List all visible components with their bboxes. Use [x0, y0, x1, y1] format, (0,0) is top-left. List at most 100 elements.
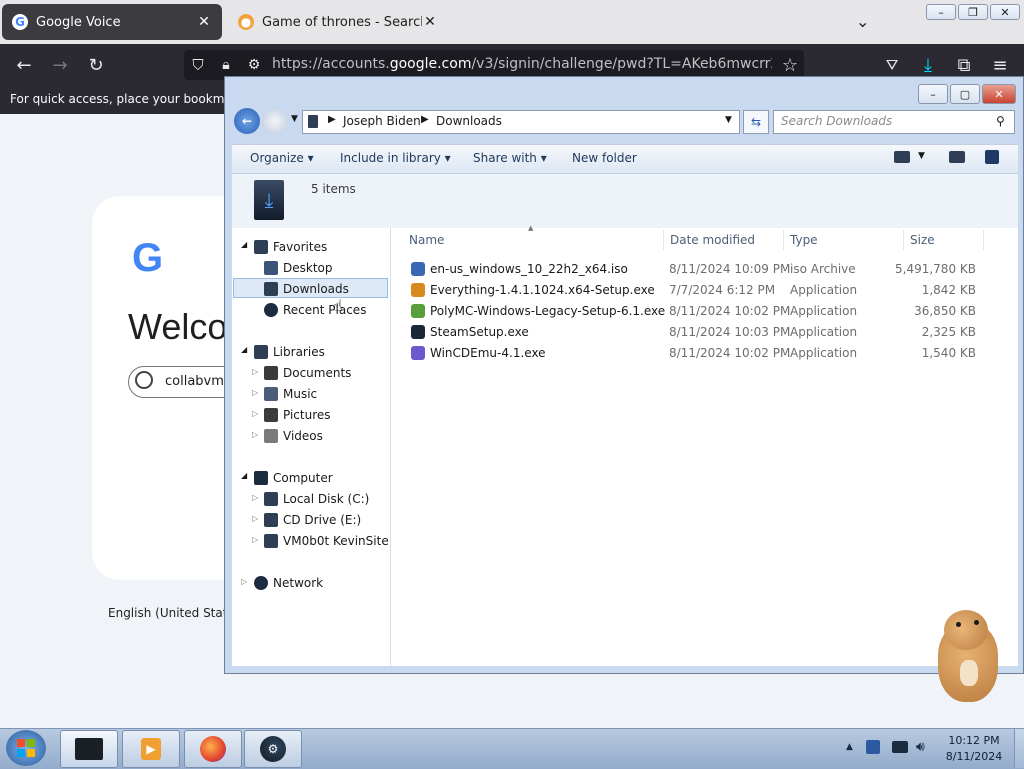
- nav-network[interactable]: Network: [273, 576, 323, 590]
- column-header-date[interactable]: Date modified: [670, 233, 755, 247]
- start-button[interactable]: [6, 730, 46, 766]
- search-icon[interactable]: ⚲: [996, 114, 1005, 128]
- clock-date: 8/11/2024: [945, 750, 1003, 763]
- recent-pages-chevron-icon[interactable]: ▼: [291, 114, 298, 124]
- column-divider[interactable]: [903, 230, 904, 250]
- network-drive-icon: [264, 534, 278, 548]
- tab-game-of-thrones[interactable]: ● Game of thrones - Search Sou ✕: [228, 4, 448, 40]
- collapse-arrow-icon[interactable]: ▷: [252, 430, 258, 439]
- nav-documents[interactable]: Documents: [283, 366, 351, 380]
- tab-google-voice[interactable]: G Google Voice ✕: [2, 4, 222, 40]
- preview-pane-icon[interactable]: [949, 151, 965, 163]
- lock-icon[interactable]: 🔒︎: [214, 53, 238, 77]
- new-folder-button[interactable]: New folder: [572, 151, 637, 165]
- local-disk-icon: [264, 492, 278, 506]
- permissions-icon[interactable]: ⚙: [242, 53, 266, 77]
- show-hidden-icons-chevron[interactable]: ▲: [846, 742, 853, 752]
- tray-network-icon[interactable]: [892, 741, 908, 753]
- language-selector[interactable]: English (United States: [108, 606, 241, 620]
- nav-pictures[interactable]: Pictures: [283, 408, 331, 422]
- account-email: collabvm: [165, 374, 224, 389]
- nav-music[interactable]: Music: [283, 387, 317, 401]
- column-divider[interactable]: [663, 230, 664, 250]
- collapse-arrow-icon[interactable]: ▷: [252, 367, 258, 376]
- column-header-type[interactable]: Type: [790, 233, 818, 247]
- file-name[interactable]: PolyMC-Windows-Legacy-Setup-6.1.exe: [430, 304, 665, 318]
- nav-local-disk[interactable]: Local Disk (C:): [283, 492, 369, 506]
- address-dropdown-icon[interactable]: ▼: [725, 115, 732, 125]
- forward-arrow-icon[interactable]: →: [48, 53, 72, 77]
- tray-volume-icon[interactable]: 🔊︎: [916, 739, 925, 755]
- close-tab-icon[interactable]: ✕: [196, 14, 212, 30]
- browser-minimize-button[interactable]: –: [926, 4, 956, 20]
- file-size: 1,540 KB: [921, 346, 976, 360]
- explorer-minimize-button[interactable]: –: [918, 84, 948, 104]
- collapse-arrow-icon[interactable]: ▷: [241, 577, 247, 586]
- reload-icon[interactable]: ↻: [84, 53, 108, 77]
- expand-arrow-icon[interactable]: ◢: [241, 471, 247, 480]
- nav-desktop[interactable]: Desktop: [283, 261, 333, 275]
- search-downloads-input[interactable]: Search Downloads ⚲: [773, 110, 1015, 134]
- close-tab-icon[interactable]: ✕: [422, 14, 438, 30]
- taskbar-clock[interactable]: 10:12 PM 8/11/2024: [936, 733, 1012, 765]
- organize-menu[interactable]: Organize ▾: [250, 151, 314, 165]
- expand-arrow-icon[interactable]: ◢: [241, 345, 247, 354]
- breadcrumb-root[interactable]: Joseph Biden: [343, 114, 421, 128]
- view-options-chevron-icon[interactable]: ▼: [918, 151, 925, 161]
- file-name[interactable]: SteamSetup.exe: [430, 325, 529, 339]
- shield-icon[interactable]: ⛉: [186, 53, 210, 77]
- taskbar-media-player-button[interactable]: ▶: [122, 730, 180, 768]
- extensions-icon[interactable]: ⧉: [952, 53, 976, 77]
- collapse-arrow-icon[interactable]: ▷: [252, 514, 258, 523]
- taskbar-steam-button[interactable]: ⚙: [244, 730, 302, 768]
- show-desktop-button[interactable]: [1014, 729, 1024, 768]
- bookmark-star-icon[interactable]: ☆: [778, 53, 802, 77]
- expand-arrow-icon[interactable]: ◢: [241, 240, 247, 249]
- nav-vm-share[interactable]: VM0b0t KevinSite: [283, 534, 389, 548]
- back-arrow-icon[interactable]: ←: [12, 53, 36, 77]
- column-header-name[interactable]: Name: [409, 233, 444, 247]
- include-in-library-menu[interactable]: Include in library ▾: [340, 151, 451, 165]
- menu-icon[interactable]: ≡: [988, 53, 1012, 77]
- nav-videos[interactable]: Videos: [283, 429, 323, 443]
- back-button[interactable]: ←: [234, 108, 260, 134]
- tab-list-chevron-icon[interactable]: ⌄: [856, 12, 869, 31]
- change-view-icon[interactable]: [894, 151, 910, 163]
- explorer-close-button[interactable]: ✕: [982, 84, 1016, 104]
- column-header-size[interactable]: Size: [910, 233, 935, 247]
- browser-restore-button[interactable]: ❐: [958, 4, 988, 20]
- column-divider[interactable]: [783, 230, 784, 250]
- google-logo-icon: G: [132, 236, 164, 280]
- file-name[interactable]: en-us_windows_10_22h2_x64.iso: [430, 262, 628, 276]
- collapse-arrow-icon[interactable]: ▷: [252, 388, 258, 397]
- taskbar-firefox-button[interactable]: [184, 730, 242, 768]
- collapse-arrow-icon[interactable]: ▷: [252, 493, 258, 502]
- collapse-arrow-icon[interactable]: ▷: [252, 535, 258, 544]
- collapse-arrow-icon[interactable]: ▷: [252, 409, 258, 418]
- item-count: 5 items: [311, 182, 356, 196]
- nav-downloads[interactable]: Downloads: [283, 282, 349, 296]
- nav-recent-places[interactable]: Recent Places: [283, 303, 366, 317]
- file-name[interactable]: WinCDEmu-4.1.exe: [430, 346, 546, 360]
- nav-favorites[interactable]: Favorites: [273, 240, 327, 254]
- file-type: Application: [790, 346, 858, 360]
- forward-button[interactable]: [262, 108, 288, 134]
- downloads-icon[interactable]: ⤓: [916, 53, 940, 77]
- column-divider[interactable]: [983, 230, 984, 250]
- explorer-maximize-button[interactable]: ▢: [950, 84, 980, 104]
- tray-action-center-icon[interactable]: [866, 740, 880, 754]
- pocket-icon[interactable]: ⛛: [880, 53, 904, 77]
- nav-libraries[interactable]: Libraries: [273, 345, 325, 359]
- file-name[interactable]: Everything-1.4.1.1024.x64-Setup.exe: [430, 283, 655, 297]
- breadcrumb-folder[interactable]: Downloads: [436, 114, 502, 128]
- hamster-mascot-image: [930, 606, 1006, 706]
- help-icon[interactable]: [985, 150, 999, 164]
- address-bar[interactable]: ▶ Joseph Biden ▶ Downloads ▼: [302, 110, 740, 134]
- taskbar-explorer-button[interactable]: [60, 730, 118, 768]
- refresh-button[interactable]: ⇆: [743, 110, 769, 134]
- nav-computer[interactable]: Computer: [273, 471, 333, 485]
- url-text[interactable]: https://accounts.google.com/v3/signin/ch…: [272, 56, 772, 72]
- share-with-menu[interactable]: Share with ▾: [473, 151, 547, 165]
- nav-cd-drive[interactable]: CD Drive (E:): [283, 513, 361, 527]
- browser-close-button[interactable]: ✕: [990, 4, 1020, 20]
